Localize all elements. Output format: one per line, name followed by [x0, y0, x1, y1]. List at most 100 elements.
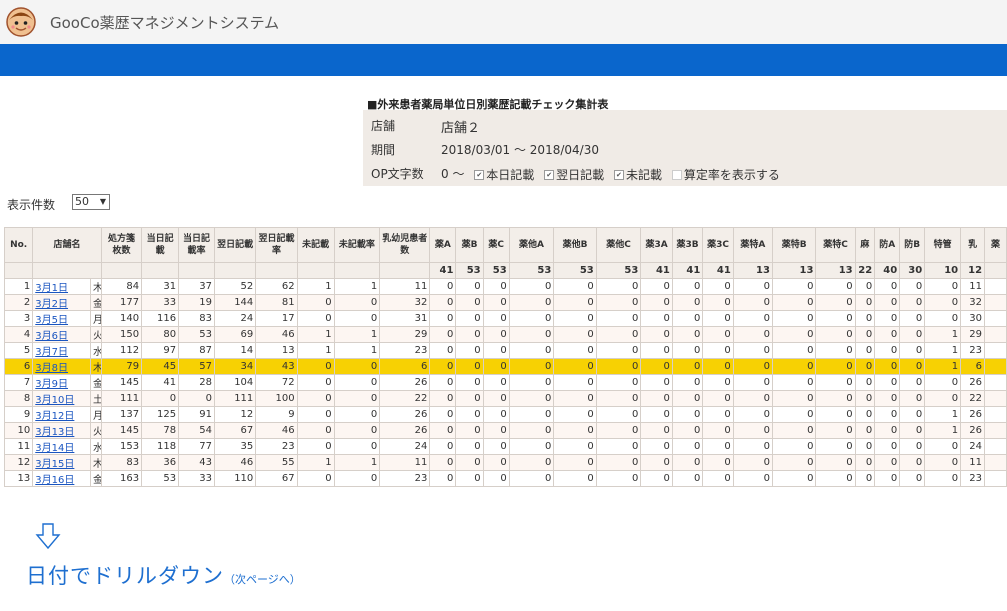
column-header: 処方箋枚数 [100, 227, 143, 263]
value-cell: 0 [482, 438, 510, 455]
value-cell: 13 [255, 342, 298, 359]
date-link[interactable]: 3月7日 [35, 347, 68, 358]
column-header: 薬B [455, 227, 484, 263]
app-title: GooCo薬歴マネジメントシステム [50, 14, 280, 32]
value-cell: 0 [924, 374, 962, 391]
value-cell: 26 [379, 422, 431, 439]
column-header: 薬他B [553, 227, 597, 263]
chevron-down-icon: ▼ [99, 197, 106, 206]
column-subheader: 53 [482, 262, 510, 279]
table-row: 63月8日木794557344300600000000000000016 [3, 358, 1007, 375]
date-link[interactable]: 3月1日 [35, 283, 68, 294]
value-cell: 6 [960, 358, 986, 375]
value-cell: 0 [854, 294, 876, 311]
checkbox-show-rate[interactable] [671, 169, 682, 180]
value-cell: 0 [771, 406, 817, 423]
value-cell: 0 [899, 454, 926, 471]
value-cell: 0 [595, 406, 642, 423]
value-cell: 0 [595, 422, 642, 439]
value-cell: 0 [854, 438, 876, 455]
date-link[interactable]: 3月2日 [35, 299, 68, 310]
value-cell: 0 [854, 390, 876, 407]
date-link[interactable]: 3月10日 [35, 395, 74, 406]
value-cell: 0 [640, 326, 673, 343]
value-cell: 0 [482, 342, 510, 359]
value-cell: 0 [296, 470, 335, 487]
value-cell: 145 [100, 374, 143, 391]
value-cell: 0 [924, 470, 962, 487]
value-cell: 0 [732, 326, 773, 343]
checkbox-unrecorded[interactable]: ✔ [613, 169, 624, 180]
value-cell: 1 [333, 454, 381, 471]
value-cell: 0 [640, 294, 673, 311]
value-cell: 0 [702, 406, 734, 423]
value-cell: 46 [255, 326, 298, 343]
value-cell: 0 [508, 422, 555, 439]
column-subheader: 13 [815, 262, 856, 279]
column-subheader: 13 [732, 262, 773, 279]
column-header: 薬 [984, 227, 1007, 263]
date-link[interactable]: 3月9日 [35, 379, 68, 390]
date-link[interactable]: 3月16日 [35, 475, 74, 486]
value-cell: 1 [296, 278, 335, 295]
drilldown-annotation: 日付でドリルダウン（次ページへ） [26, 560, 301, 590]
date-cell: 3月10日 [32, 390, 91, 407]
checkbox-today[interactable]: ✔ [474, 169, 485, 180]
value-cell: 0 [702, 390, 734, 407]
weekday-cell: 水 [89, 342, 102, 359]
date-link[interactable]: 3月8日 [35, 363, 68, 374]
period-row: 期間 2018/03/01 ～ 2018/04/30 [371, 141, 599, 158]
value-cell: 0 [482, 390, 510, 407]
drilldown-subtext: （次ページへ） [224, 573, 301, 586]
value-cell: 45 [141, 358, 180, 375]
value-cell: 1 [924, 406, 962, 423]
checkbox-nextday[interactable]: ✔ [544, 169, 555, 180]
date-link[interactable]: 3月12日 [35, 411, 74, 422]
value-cell: 0 [553, 326, 597, 343]
date-link[interactable]: 3月15日 [35, 459, 74, 470]
value-cell: 0 [899, 294, 926, 311]
value-cell: 0 [815, 422, 856, 439]
value-cell: 0 [924, 390, 962, 407]
value-cell: 0 [702, 454, 734, 471]
value-cell: 0 [508, 310, 555, 327]
down-arrow-icon [35, 523, 61, 550]
value-cell: 0 [815, 454, 856, 471]
value-cell: 54 [178, 422, 215, 439]
value-cell: 0 [640, 438, 673, 455]
column-header: 薬特A [732, 227, 773, 263]
date-link[interactable]: 3月14日 [35, 443, 74, 454]
value-cell: 0 [455, 342, 484, 359]
column-subheader: 53 [508, 262, 555, 279]
date-link[interactable]: 3月6日 [35, 331, 68, 342]
value-cell: 0 [771, 390, 817, 407]
table-row: 113月14日水15311877352300240000000000000000… [3, 438, 1007, 455]
value-cell: 0 [640, 358, 673, 375]
date-link[interactable]: 3月13日 [35, 427, 74, 438]
value-cell: 17 [255, 310, 298, 327]
value-cell: 0 [508, 454, 555, 471]
value-cell: 22 [960, 390, 986, 407]
value-cell: 81 [255, 294, 298, 311]
date-link[interactable]: 3月5日 [35, 315, 68, 326]
value-cell: 0 [874, 326, 901, 343]
value-cell: 0 [595, 438, 642, 455]
value-cell: 19 [178, 294, 215, 311]
display-count-select[interactable]: 50 ▼ [72, 194, 110, 210]
column-header: 翌日記載率 [255, 227, 298, 263]
value-cell: 0 [899, 406, 926, 423]
date-cell: 3月5日 [32, 310, 91, 327]
value-cell: 91 [178, 406, 215, 423]
op-options: 0 ～ ✔ 本日記載 ✔ 翌日記載 ✔ 未記載 算定率を表示する [441, 165, 780, 183]
value-cell: 29 [960, 326, 986, 343]
column-subheader [984, 262, 1007, 279]
value-cell: 0 [874, 358, 901, 375]
column-header: 薬A [429, 227, 457, 263]
value-cell: 83 [178, 310, 215, 327]
column-header: No. [3, 227, 34, 263]
value-cell: 23 [379, 470, 431, 487]
nav-bar [0, 44, 1007, 76]
value-cell: 0 [508, 406, 555, 423]
date-cell: 3月7日 [32, 342, 91, 359]
value-cell: 116 [141, 310, 180, 327]
